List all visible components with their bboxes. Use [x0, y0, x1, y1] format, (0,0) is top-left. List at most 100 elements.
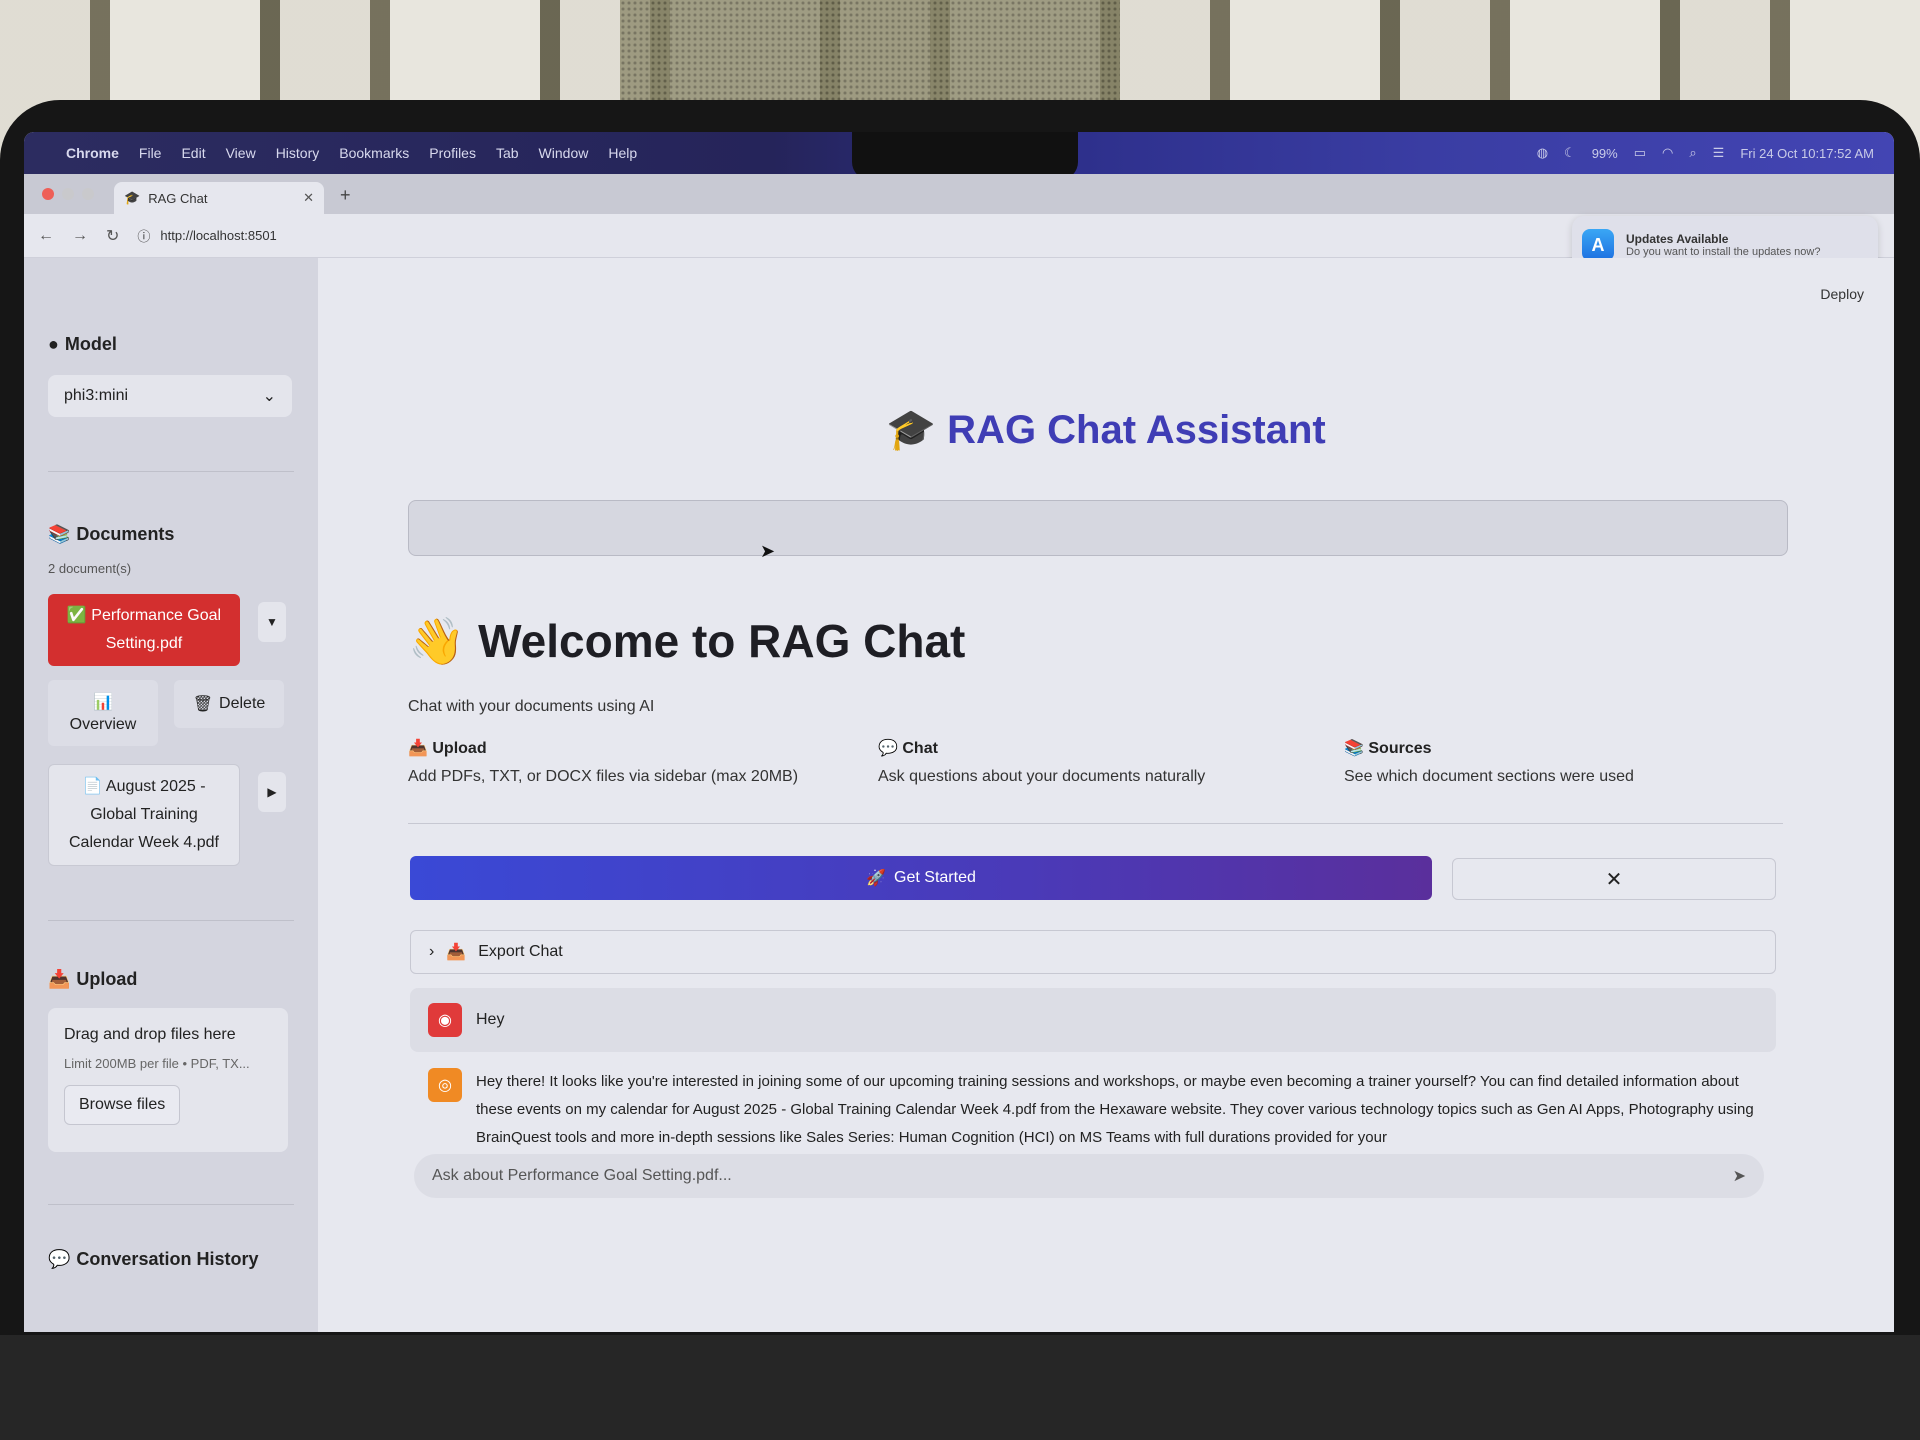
books-icon: 📚: [1344, 740, 1364, 757]
rocket-icon: 🚀: [866, 870, 887, 887]
menu-edit[interactable]: Edit: [181, 145, 205, 161]
menu-help[interactable]: Help: [608, 145, 637, 161]
app-store-icon: A: [1582, 229, 1614, 261]
wave-icon: 👋: [408, 615, 466, 667]
feature-desc: See which document sections were used: [1344, 768, 1634, 785]
control-center-icon[interactable]: ☰: [1713, 145, 1725, 161]
forward-icon[interactable]: →: [72, 227, 88, 245]
books-icon: 📚: [48, 524, 71, 544]
sidebar-divider: [48, 1204, 294, 1205]
delete-button[interactable]: 🗑 Delete: [174, 680, 284, 728]
datetime[interactable]: Fri 24 Oct 10:17:52 AM: [1740, 146, 1874, 161]
document-expand-button[interactable]: ▶: [258, 772, 286, 812]
camera-notch: [852, 132, 1078, 180]
upload-heading-label: Upload: [76, 969, 138, 989]
deploy-button[interactable]: Deploy: [1820, 286, 1864, 302]
file-dropzone[interactable]: Drag and drop files here Limit 200MB per…: [48, 1008, 288, 1152]
chevron-right-icon: ›: [429, 943, 435, 960]
user-message-text: Hey: [476, 1011, 505, 1028]
moon-icon[interactable]: ☾: [1564, 145, 1576, 161]
content-divider: [408, 823, 1783, 824]
welcome-heading-text: Welcome to RAG Chat: [478, 615, 966, 667]
feature-sources: 📚 Sources See which document sections we…: [1344, 738, 1634, 786]
get-started-button[interactable]: 🚀 Get Started: [410, 856, 1432, 900]
welcome-subtitle: Chat with your documents using AI: [408, 698, 655, 715]
document-name: Performance Goal Setting.pdf: [91, 607, 222, 652]
dropzone-label: Drag and drop files here: [64, 1026, 236, 1043]
document-expand-button[interactable]: ▼: [258, 602, 286, 642]
new-tab-icon[interactable]: +: [340, 185, 351, 206]
chat-input-placeholder: Ask about Performance Goal Setting.pdf..…: [432, 1167, 732, 1184]
browser-tab[interactable]: 🎓 RAG Chat ✕: [114, 182, 324, 214]
overview-label: Overview: [69, 716, 137, 733]
menu-tab[interactable]: Tab: [496, 145, 519, 161]
menu-file[interactable]: File: [139, 145, 162, 161]
streamlit-app: ● Model phi3:mini ⌄ 📚 Documents 2 docume…: [24, 258, 1894, 1332]
user-avatar-icon: ◉: [428, 1003, 462, 1037]
assistant-message: ◎ Hey there! It looks like you're intere…: [410, 1068, 1776, 1150]
document-button[interactable]: 📄 August 2025 - Global Training Calendar…: [48, 764, 240, 866]
upload-heading: 📥 Upload: [48, 969, 318, 990]
menu-chrome[interactable]: Chrome: [66, 145, 119, 161]
model-heading-label: Model: [64, 334, 117, 354]
document-row: ✅ Performance Goal Setting.pdf ▼: [48, 594, 318, 666]
upload-icon: 📥: [446, 944, 467, 961]
speech-bubble-icon: 💬: [48, 1249, 71, 1269]
assistant-message-text: Hey there! It looks like you're interest…: [476, 1073, 1754, 1146]
document-actions: 📊 Overview 🗑 Delete: [48, 680, 318, 746]
feature-chat: 💬 Chat Ask questions about your document…: [878, 738, 1205, 786]
caret-down-icon: ▼: [266, 615, 278, 629]
feature-title-text: Sources: [1368, 740, 1432, 757]
caret-right-icon: ▶: [267, 785, 277, 799]
site-info-icon[interactable]: ⓘ: [137, 226, 150, 245]
chart-icon: 📊: [93, 694, 113, 711]
feature-desc: Ask questions about your documents natur…: [878, 768, 1206, 785]
upload-icon: 📥: [408, 740, 428, 757]
model-icon: ●: [48, 334, 59, 354]
export-chat-expander[interactable]: › 📥 Export Chat: [410, 930, 1776, 974]
page-title-text: RAG Chat Assistant: [947, 408, 1326, 452]
back-icon[interactable]: ←: [38, 227, 54, 245]
browse-files-button[interactable]: Browse files: [64, 1085, 181, 1125]
laptop-screen: Chrome File Edit View History Bookmarks …: [24, 132, 1894, 1332]
feature-title: 📚 Sources: [1344, 738, 1634, 758]
search-icon[interactable]: ⌕: [1689, 145, 1696, 161]
minimize-window-icon[interactable]: [62, 188, 74, 200]
send-icon[interactable]: ➤: [1733, 1166, 1746, 1186]
model-select[interactable]: phi3:mini ⌄: [48, 375, 292, 417]
chevron-down-icon: ⌄: [262, 388, 276, 405]
get-started-label: Get Started: [894, 869, 976, 886]
menu-view[interactable]: View: [226, 145, 256, 161]
menu-bookmarks[interactable]: Bookmarks: [339, 145, 409, 161]
model-heading: ● Model: [48, 334, 318, 355]
globe-icon[interactable]: ◍: [1537, 145, 1548, 161]
menubar-status-area: ◍ ☾ 99% ▭ ◠ ⌕ ☰ Fri 24 Oct 10:17:52 AM: [1537, 132, 1874, 174]
chat-input[interactable]: Ask about Performance Goal Setting.pdf..…: [414, 1154, 1764, 1198]
speech-bubble-icon: 💬: [878, 740, 898, 757]
tab-close-icon[interactable]: ✕: [303, 190, 314, 206]
menu-window[interactable]: Window: [539, 145, 589, 161]
export-chat-label: Export Chat: [478, 943, 563, 960]
feature-desc: Add PDFs, TXT, or DOCX files via sidebar…: [408, 768, 799, 785]
close-window-icon[interactable]: [42, 188, 54, 200]
reload-icon[interactable]: ↻: [106, 226, 119, 246]
feature-upload: 📥 Upload Add PDFs, TXT, or DOCX files vi…: [408, 738, 798, 786]
document-button-active[interactable]: ✅ Performance Goal Setting.pdf: [48, 594, 240, 666]
document-row: 📄 August 2025 - Global Training Calendar…: [48, 764, 318, 866]
feature-title: 📥 Upload: [408, 738, 798, 758]
delete-label: Delete: [219, 695, 266, 712]
wifi-icon[interactable]: ◠: [1662, 145, 1673, 161]
battery-icon[interactable]: ▭: [1634, 145, 1646, 161]
tab-favicon-icon: 🎓: [124, 190, 141, 205]
upload-icon: 📥: [48, 969, 71, 989]
menu-profiles[interactable]: Profiles: [429, 145, 476, 161]
address-bar[interactable]: ⓘ http://localhost:8501: [137, 226, 276, 245]
tab-title: RAG Chat: [148, 190, 208, 206]
maximize-window-icon[interactable]: [82, 188, 94, 200]
dismiss-button[interactable]: ✕: [1452, 858, 1776, 900]
url-text: http://localhost:8501: [160, 228, 277, 243]
browser-tabbar: 🎓 RAG Chat ✕ +: [24, 174, 1894, 214]
main-content: Deploy 🎓 RAG Chat Assistant ➤ 👋 Welcome …: [318, 258, 1894, 1332]
overview-button[interactable]: 📊 Overview: [48, 680, 158, 746]
menu-history[interactable]: History: [276, 145, 320, 161]
